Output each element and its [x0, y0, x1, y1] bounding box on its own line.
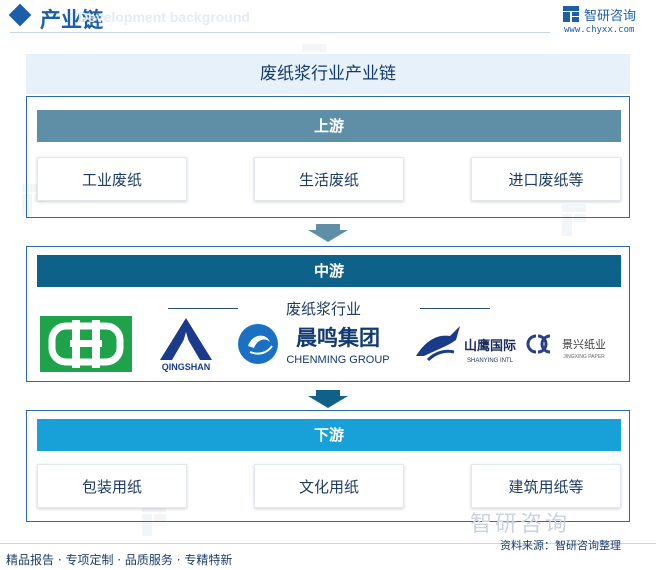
shanying-cn: 山鹰国际 [464, 338, 516, 354]
upstream-section: 上游 工业废纸 生活废纸 进口废纸等 [26, 96, 630, 218]
jingxing-logo: 景兴纸业 JINGXING PAPER [526, 334, 606, 360]
down-arrow-icon [308, 224, 348, 242]
chenming-logo: 晨鸣集团 CHENMING GROUP [238, 324, 390, 366]
shanying-en: SHANYING INTL [467, 358, 514, 364]
zhonghua-logo [40, 316, 132, 372]
footer-source: 资料来源：智研咨询整理 [500, 539, 621, 552]
chenming-cn: 晨鸣集团 [296, 326, 380, 350]
midstream-bar: 中游 [37, 255, 621, 287]
ghost-heading: Development background [78, 9, 250, 25]
brand-logo-icon [563, 6, 579, 22]
down-arrow-icon [308, 390, 348, 408]
shanying-logo: 山鹰国际 SHANYING INTL [416, 326, 516, 364]
industry-line-right [420, 308, 490, 309]
downstream-item: 文化用纸 [254, 464, 404, 508]
upstream-item: 进口废纸等 [471, 157, 621, 201]
page-header: 产业链 Development background 智研咨询 www.chyx… [0, 0, 656, 36]
diagram-title-box: 废纸浆行业产业链 [26, 54, 630, 94]
jingxing-cn: 景兴纸业 [562, 338, 606, 351]
upstream-bar: 上游 [37, 110, 621, 142]
downstream-item: 包装用纸 [37, 464, 187, 508]
header-divider [10, 32, 550, 33]
upstream-item: 生活废纸 [254, 157, 404, 201]
footer-slogan: 精品报告 · 专项定制 · 品质服务 · 专精特新 [6, 553, 233, 567]
brand-name: 智研咨询 [584, 9, 637, 24]
industry-line-left [168, 308, 238, 309]
qingshan-text: QINGSHAN [162, 362, 211, 372]
diamond-icon [8, 3, 32, 27]
downstream-bar: 下游 [37, 419, 621, 451]
downstream-item: 建筑用纸等 [471, 464, 621, 508]
qingshan-logo: QINGSHAN [160, 318, 212, 372]
upstream-item: 工业废纸 [37, 157, 187, 201]
chenming-en: CHENMING GROUP [286, 354, 389, 366]
jingxing-en: JINGXING PAPER [563, 354, 605, 360]
footer-watermark: 智研咨询 [470, 512, 571, 537]
diagram-title: 废纸浆行业产业链 [260, 64, 396, 84]
brand-url: www.chyxx.com [564, 25, 635, 35]
